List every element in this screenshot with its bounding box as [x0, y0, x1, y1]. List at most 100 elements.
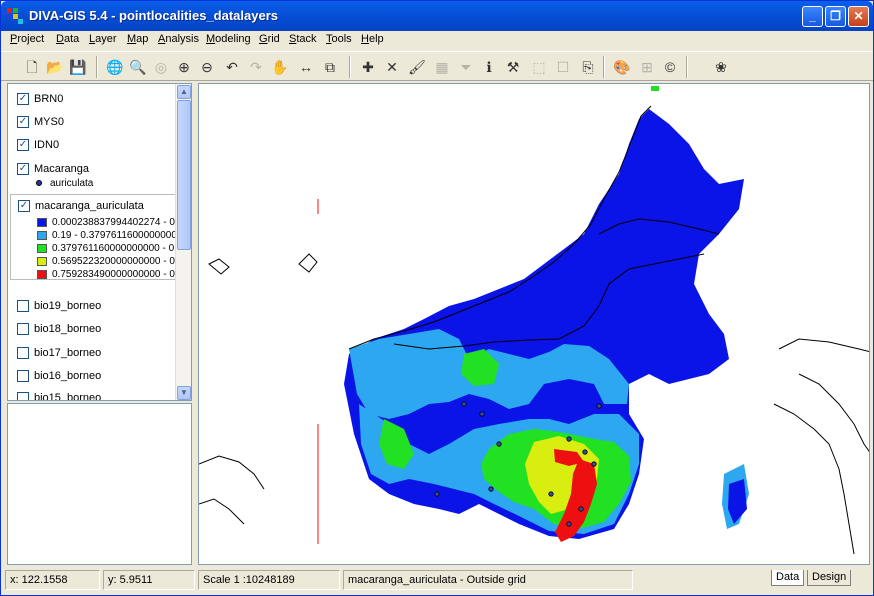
- clear-selection-icon[interactable]: ☐: [552, 56, 574, 78]
- status-x-coordinate: x: 122.1558: [5, 570, 100, 590]
- layer-brn0[interactable]: ✓ BRN0: [10, 90, 176, 110]
- snap-icon[interactable]: ⎘: [577, 56, 599, 78]
- select-icon[interactable]: ⬚: [528, 56, 550, 78]
- map-canvas[interactable]: [198, 83, 870, 565]
- scroll-down-icon[interactable]: ▼: [177, 386, 191, 400]
- legend-panel: ✓ BRN0 ✓ MYS0 ✓ IDN0 ✓ Macaranga auricul…: [7, 83, 192, 401]
- table-icon[interactable]: ▦: [431, 56, 453, 78]
- layer-bio15[interactable]: bio15_borneo: [10, 389, 176, 400]
- menu-data[interactable]: Data: [56, 33, 79, 45]
- tab-data[interactable]: Data: [771, 570, 805, 586]
- measure-icon[interactable]: ↔: [295, 56, 317, 78]
- layer-macaranga[interactable]: ✓ Macaranga: [10, 160, 176, 180]
- menu-tools[interactable]: Tools: [326, 33, 352, 45]
- layer-idn0[interactable]: ✓ IDN0: [10, 136, 176, 156]
- window-title: DIVA-GIS 5.4 - pointlocalities_datalayer…: [29, 8, 279, 23]
- layer-checkbox[interactable]: [17, 300, 29, 312]
- legend-class-label: 0.19 - 0.379761160000000000: [52, 230, 189, 241]
- occurrence-point: [496, 441, 502, 447]
- active-layer-box[interactable]: ✓ macaranga_auriculata 0.000238837994402…: [10, 194, 189, 280]
- new-file-icon[interactable]: 🗋: [21, 56, 43, 78]
- layer-checkbox[interactable]: ✓: [17, 93, 29, 105]
- add-layer-icon[interactable]: ✚: [357, 56, 379, 78]
- layer-checkbox[interactable]: [17, 370, 29, 382]
- menu-layer[interactable]: Layer: [89, 33, 117, 45]
- layer-bio19[interactable]: bio19_borneo: [10, 297, 176, 317]
- legend-swatch: [37, 269, 47, 279]
- info-icon[interactable]: ℹ: [478, 56, 500, 78]
- tab-design[interactable]: Design: [807, 570, 852, 586]
- layer-name: Macaranga: [34, 163, 90, 175]
- maximize-button[interactable]: ❐: [825, 6, 846, 27]
- layer-name: BRN0: [34, 93, 64, 105]
- menu-grid[interactable]: Grid: [259, 33, 280, 45]
- layer-checkbox[interactable]: ✓: [17, 116, 29, 128]
- layer-checkbox[interactable]: [17, 392, 29, 400]
- menu-analysis[interactable]: Analysis: [158, 33, 199, 45]
- layer-name: macaranga_auriculata: [35, 200, 144, 212]
- layer-macaranga-auriculata[interactable]: ✓ macaranga_auriculata: [11, 197, 177, 217]
- overview-panel: [7, 403, 192, 565]
- toolbar-separator: [686, 56, 688, 78]
- menu-modeling[interactable]: Modeling: [206, 33, 251, 45]
- app-window: DIVA-GIS 5.4 - pointlocalities_datalayer…: [0, 0, 874, 596]
- layer-name: bio19_borneo: [34, 300, 102, 312]
- menu-project[interactable]: Project: [10, 33, 44, 45]
- save-icon[interactable]: 💾: [67, 56, 89, 78]
- legend-class: 0.759283490000000000 - 0.94: [37, 269, 189, 280]
- remove-layer-icon[interactable]: ✕: [381, 56, 403, 78]
- layer-bio18[interactable]: bio18_borneo: [10, 320, 176, 340]
- layer-checkbox[interactable]: [17, 347, 29, 359]
- minimize-button[interactable]: _: [802, 6, 823, 27]
- zoom-out-icon[interactable]: ⊖: [196, 56, 218, 78]
- occurrence-point: [488, 486, 494, 492]
- copy-map-icon[interactable]: ⧉: [319, 56, 341, 78]
- occurrence-point: [434, 491, 440, 497]
- pan-hand-icon[interactable]: ✋: [269, 56, 291, 78]
- redo-icon[interactable]: ↷: [245, 56, 267, 78]
- legend-class-label: 0.000238837994402274 - 0.19: [52, 217, 189, 228]
- layer-checkbox[interactable]: ✓: [17, 163, 29, 175]
- brush-icon[interactable]: 🖌: [406, 56, 428, 78]
- flower-icon[interactable]: ❀: [710, 56, 732, 78]
- occurrence-point: [566, 436, 572, 442]
- layer-checkbox[interactable]: ✓: [18, 200, 30, 212]
- layer-checkbox[interactable]: ✓: [17, 139, 29, 151]
- close-button[interactable]: ✕: [848, 6, 869, 27]
- scroll-thumb[interactable]: [177, 100, 191, 250]
- layer-bio17[interactable]: bio17_borneo: [10, 344, 176, 364]
- layer-name: bio16_borneo: [34, 370, 102, 382]
- legend-class-label: 0.379761160000000000 - 0.56: [52, 243, 189, 254]
- legend-scrollbar[interactable]: ▲ ▼: [175, 84, 191, 400]
- toolbar-separator: [349, 56, 351, 78]
- legend-class: 0.569522320000000000 - 0.75: [37, 256, 189, 267]
- zoom-in-icon[interactable]: ⊕: [173, 56, 195, 78]
- menu-stack[interactable]: Stack: [289, 33, 317, 45]
- menu-map[interactable]: Map: [127, 33, 148, 45]
- scroll-up-icon[interactable]: ▲: [177, 85, 191, 99]
- toolbar: 🗋 📂 💾 🌐 🔍 ◎ ⊕ ⊖ ↶ ↷ ✋ ↔ ⧉ ✚ ✕ 🖌 ▦ ⏷ ℹ ⚒ …: [1, 51, 873, 81]
- legend-swatch: [37, 256, 47, 266]
- occurrence-point: [582, 449, 588, 455]
- zoom-disabled-icon[interactable]: ◎: [150, 56, 172, 78]
- menu-help[interactable]: Help: [361, 33, 384, 45]
- grid-icon[interactable]: ⊞: [636, 56, 658, 78]
- legend-swatch: [37, 217, 47, 227]
- point-legend-item: auriculata: [36, 178, 93, 189]
- title-bar[interactable]: DIVA-GIS 5.4 - pointlocalities_datalayer…: [1, 1, 873, 31]
- occurrence-point: [548, 491, 554, 497]
- globe-icon[interactable]: 🌐: [104, 56, 126, 78]
- copyright-icon[interactable]: ©: [659, 56, 681, 78]
- filter-icon[interactable]: ⏷: [455, 56, 477, 78]
- open-folder-icon[interactable]: 📂: [44, 56, 66, 78]
- occurrence-point: [591, 461, 597, 467]
- layer-checkbox[interactable]: [17, 323, 29, 335]
- occurrence-point: [596, 403, 602, 409]
- undo-icon[interactable]: ↶: [221, 56, 243, 78]
- zoom-layer-icon[interactable]: 🔍: [127, 56, 149, 78]
- layer-bio16[interactable]: bio16_borneo: [10, 367, 176, 387]
- status-y-coordinate: y: 5.9511: [103, 570, 195, 590]
- palette-icon[interactable]: 🎨: [611, 56, 633, 78]
- tools-icon[interactable]: ⚒: [502, 56, 524, 78]
- layer-mys0[interactable]: ✓ MYS0: [10, 113, 176, 133]
